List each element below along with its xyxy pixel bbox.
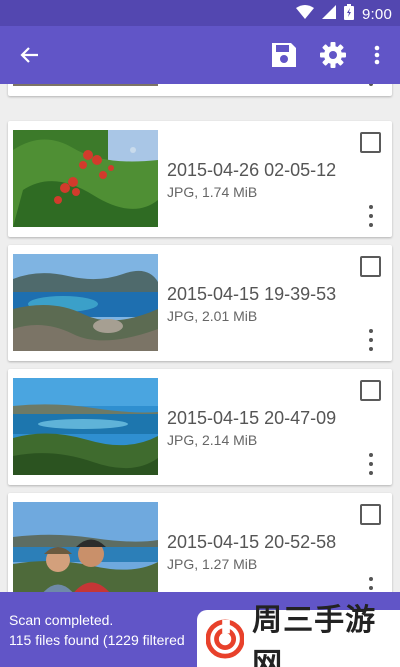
file-date: 2015-04-15 20-52-58 [167, 532, 337, 552]
file-card-partial[interactable] [8, 84, 392, 96]
file-thumbnail [13, 130, 158, 227]
file-thumbnail [13, 378, 158, 475]
file-menu-button[interactable] [362, 329, 380, 351]
more-vertical-icon [374, 45, 380, 65]
gear-icon [320, 42, 346, 68]
watermark-logo-icon [206, 618, 245, 659]
file-card[interactable]: 2015-04-15 20-52-58 JPG, 1.27 MiB [8, 493, 392, 592]
toolbar [0, 26, 400, 84]
file-meta: JPG, 1.27 MiB [167, 556, 258, 572]
file-card[interactable]: 2015-04-15 20-47-09 JPG, 2.14 MiB [8, 369, 392, 485]
file-thumbnail [13, 84, 158, 86]
file-card[interactable]: 2015-04-26 02-05-12 JPG, 1.74 MiB [8, 121, 392, 237]
file-menu-button[interactable] [362, 205, 380, 227]
overflow-menu-button[interactable] [360, 26, 394, 84]
file-menu-button[interactable] [362, 577, 380, 592]
snackbar-count: 115 files found (1229 filtered [9, 632, 185, 648]
status-bar: 9:00 [0, 0, 400, 26]
file-thumbnail [13, 502, 158, 592]
battery-icon [344, 4, 354, 24]
status-time: 9:00 [362, 5, 392, 23]
file-meta: JPG, 2.14 MiB [167, 432, 258, 448]
file-meta: JPG, 2.01 MiB [167, 308, 258, 324]
signal-icon [322, 5, 336, 23]
file-card[interactable]: 2015-04-15 19-39-53 JPG, 2.01 MiB [8, 245, 392, 361]
file-checkbox[interactable] [360, 256, 381, 277]
file-list[interactable]: 2015-04-26 02-05-12 JPG, 1.74 MiB 2015-0… [0, 84, 400, 592]
status-icons: 9:00 [296, 4, 392, 24]
watermark: 周三手游网 [197, 604, 400, 667]
file-menu-button[interactable] [362, 84, 380, 86]
save-icon [272, 43, 296, 67]
file-checkbox[interactable] [360, 132, 381, 153]
file-checkbox[interactable] [360, 380, 381, 401]
save-button[interactable] [264, 26, 304, 84]
back-button[interactable] [10, 26, 50, 84]
file-date: 2015-04-15 20-47-09 [167, 408, 337, 428]
settings-button[interactable] [313, 26, 353, 84]
watermark-text: 周三手游网 [252, 603, 377, 667]
snackbar-status: Scan completed. [9, 612, 114, 628]
file-thumbnail [13, 254, 158, 351]
file-date: 2015-04-15 19-39-53 [167, 284, 337, 304]
file-menu-button[interactable] [362, 453, 380, 475]
file-meta: JPG, 1.74 MiB [167, 184, 258, 200]
wifi-icon [296, 5, 314, 23]
file-checkbox[interactable] [360, 504, 381, 525]
arrow-left-icon [20, 47, 38, 63]
file-date: 2015-04-26 02-05-12 [167, 160, 337, 180]
